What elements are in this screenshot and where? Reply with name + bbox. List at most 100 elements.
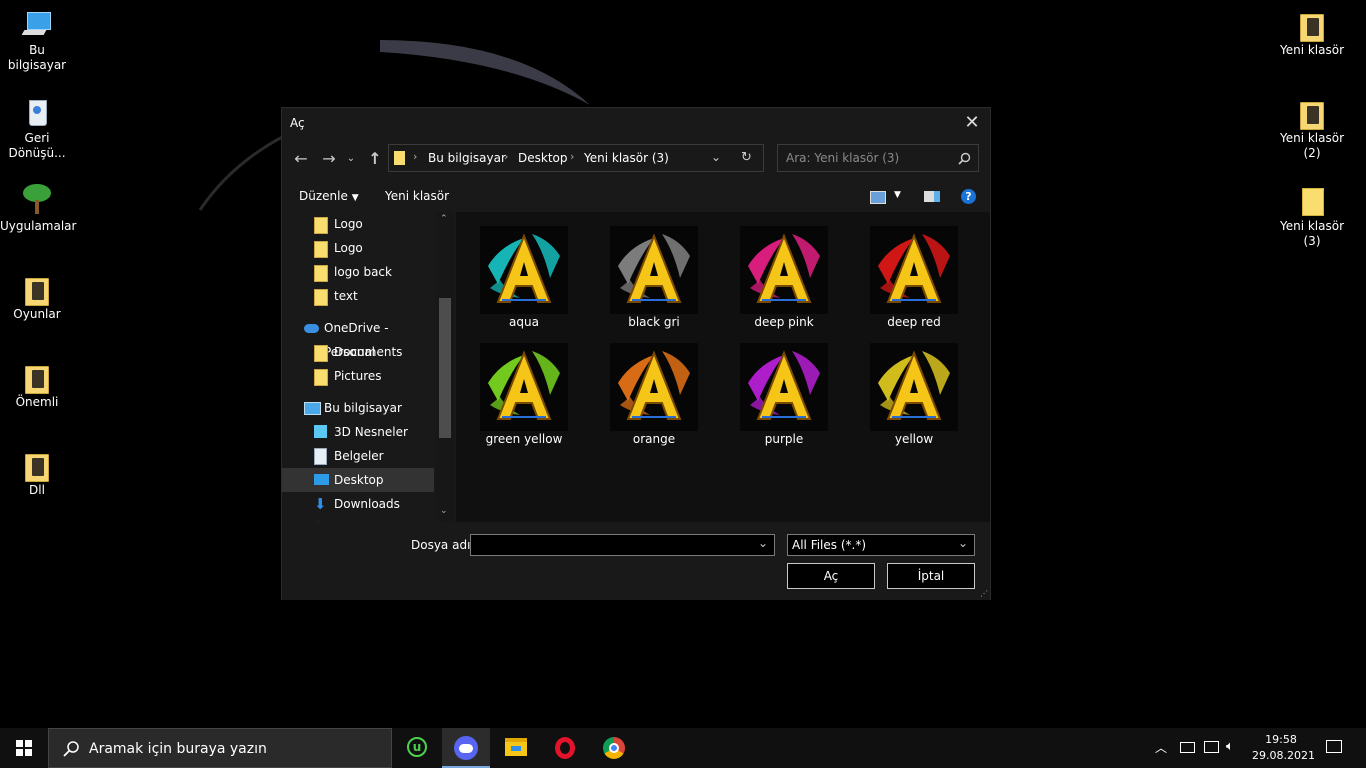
folder-icon — [21, 272, 53, 306]
windows-start-icon[interactable] — [16, 740, 32, 756]
resize-grip-icon[interactable]: ⋰ — [980, 589, 988, 598]
breadcrumb-separator-icon: › — [570, 150, 575, 163]
file-tile-deep-red[interactable]: deep red — [854, 218, 974, 330]
folder-icon — [1296, 96, 1328, 130]
back-arrow-icon[interactable]: ← — [290, 148, 312, 170]
up-arrow-icon[interactable]: ↑ — [364, 148, 386, 170]
nav-item-label: Logo — [334, 241, 363, 255]
desktop-icon-yeni-klasor-3[interactable]: Yeni klasör (3) — [1275, 184, 1349, 249]
nav-item-label: Documents — [334, 345, 403, 359]
taskbar-app-opera[interactable] — [541, 728, 589, 768]
opera-icon — [555, 737, 575, 759]
desktop-icon-yeni-klasor-2[interactable]: Yeni klasör (2) — [1275, 96, 1349, 161]
navigation-scrollbar[interactable]: ⌃ ⌄ — [436, 212, 454, 522]
desktop-icon — [314, 474, 329, 485]
scroll-down-icon[interactable]: ⌄ — [440, 506, 448, 516]
refresh-icon[interactable]: ↻ — [741, 150, 752, 165]
file-explorer-icon — [505, 738, 527, 756]
battery-icon[interactable] — [1180, 742, 1195, 753]
folder-icon — [314, 345, 328, 362]
taskbar-app-chrome[interactable] — [590, 728, 638, 768]
logo-thumbnail-icon — [870, 343, 958, 431]
cancel-button[interactable]: İptal — [887, 563, 975, 589]
taskbar-app-utorrent[interactable]: u — [394, 728, 442, 768]
nav-item-logo[interactable]: Logo — [282, 212, 434, 236]
nav-item-documents[interactable]: Documents — [282, 340, 434, 364]
recycle-bin-icon — [21, 96, 53, 128]
desktop-icon-geri-d-n-[interactable]: Geri Dönüşü... — [0, 96, 74, 161]
nav-item-onedrive-personal[interactable]: OneDrive - Personal — [282, 316, 434, 359]
cloud-icon — [304, 324, 319, 333]
chevron-down-icon[interactable]: ⌄ — [958, 536, 968, 550]
download-icon: ⬇ — [314, 495, 327, 513]
music-icon: ♪ — [314, 516, 322, 522]
chevron-up-icon[interactable]: ︿ — [1155, 739, 1167, 756]
close-icon[interactable]: ✕ — [960, 112, 984, 134]
nav-item-text[interactable]: text — [282, 284, 434, 308]
help-icon[interactable]: ? — [961, 189, 976, 204]
nav-item-desktop[interactable]: Desktop — [282, 468, 434, 492]
view-menu-chevron-icon[interactable]: ▼ — [894, 190, 901, 200]
network-icon[interactable] — [1204, 741, 1219, 753]
nav-item-m-zik[interactable]: ♪ Müzik — [282, 516, 434, 522]
nav-item-label: Desktop — [334, 473, 384, 487]
scroll-up-icon[interactable]: ⌃ — [440, 214, 448, 224]
desktop-icon-yeni-klasor-1[interactable]: Yeni klasör — [1275, 8, 1349, 58]
search-box[interactable]: Ara: Yeni klasör (3) — [777, 144, 979, 172]
file-tile-deep-pink[interactable]: deep pink — [724, 218, 844, 330]
file-tile-orange[interactable]: orange — [594, 335, 714, 447]
taskbar-app-file-explorer[interactable] — [492, 728, 540, 768]
folder-icon — [21, 448, 53, 482]
desktop-icon-oyunlar[interactable]: Oyunlar — [0, 272, 74, 322]
organize-button[interactable]: Düzenle ▼ — [299, 189, 359, 203]
recent-locations-chevron-icon[interactable]: ⌄ — [344, 148, 358, 170]
folder-shape — [1300, 14, 1324, 42]
address-dropdown-chevron-icon[interactable]: ⌄ — [711, 150, 721, 164]
breadcrumb-item[interactable]: Bu bilgisayar — [428, 151, 506, 165]
filename-input[interactable]: ⌄ — [470, 534, 775, 556]
nav-item-logo[interactable]: Logo — [282, 236, 434, 260]
nav-item-belgeler[interactable]: Belgeler — [282, 444, 434, 468]
file-type-select[interactable]: All Files (*.*) ⌄ — [787, 534, 975, 556]
desktop-icon-label: Uygulamalar — [0, 219, 77, 233]
notifications-icon[interactable] — [1326, 740, 1342, 753]
file-name: orange — [632, 432, 676, 446]
nav-item-pictures[interactable]: Pictures — [282, 364, 434, 388]
file-tile-black-gri[interactable]: black gri — [594, 218, 714, 330]
nav-item-3d-nesneler[interactable]: 3D Nesneler — [282, 420, 434, 444]
breadcrumb-item[interactable]: Yeni klasör (3) — [584, 151, 669, 165]
file-tile-green-yellow[interactable]: green yellow — [464, 335, 584, 447]
volume-icon[interactable]: 🔈︎ — [1226, 739, 1234, 754]
breadcrumb-item[interactable]: Desktop — [518, 151, 568, 165]
open-button[interactable]: Aç — [787, 563, 875, 589]
preview-pane-icon[interactable] — [924, 191, 940, 202]
file-tile-purple[interactable]: purple — [724, 335, 844, 447]
clock[interactable]: 19:58 29.08.2021 — [1252, 732, 1315, 764]
desktop-icon-dll[interactable]: Dll — [0, 448, 74, 498]
new-folder-button[interactable]: Yeni klasör — [385, 189, 449, 203]
computer-icon — [304, 402, 321, 415]
nav-item-downloads[interactable]: ⬇ Downloads — [282, 492, 434, 516]
folder-icon — [314, 265, 328, 282]
desktop-icon-label: Oyunlar — [13, 307, 61, 321]
chevron-down-icon[interactable]: ⌄ — [758, 536, 768, 550]
scrollbar-thumb[interactable] — [439, 298, 451, 438]
desktop-icon-uygulamalar[interactable]: Uygulamalar — [0, 184, 77, 234]
file-name: green yellow — [485, 432, 563, 446]
file-tile-yellow[interactable]: yellow — [854, 335, 974, 447]
breadcrumb-separator-icon: › — [504, 150, 509, 163]
chrome-icon — [603, 737, 625, 759]
nav-item-bu-bilgisayar[interactable]: Bu bilgisayar — [282, 396, 434, 420]
folder-shape — [1300, 102, 1324, 130]
change-view-icon[interactable] — [870, 191, 886, 204]
desktop-icon-bu-bilgisayar[interactable]: Bu bilgisayar — [0, 8, 74, 73]
file-tile-aqua[interactable]: aqua — [464, 218, 584, 330]
logo-thumbnail-icon — [480, 343, 568, 431]
taskbar-app-discord[interactable] — [442, 728, 490, 768]
nav-item-logo-back[interactable]: logo back — [282, 260, 434, 284]
file-name: deep pink — [754, 315, 814, 329]
desktop-icon--nemli[interactable]: Önemli — [0, 360, 74, 410]
forward-arrow-icon[interactable]: → — [318, 148, 340, 170]
taskbar-search-box[interactable]: Aramak için buraya yazın — [48, 728, 392, 768]
address-bar[interactable]: › Bu bilgisayar › Desktop › Yeni klasör … — [388, 144, 764, 172]
